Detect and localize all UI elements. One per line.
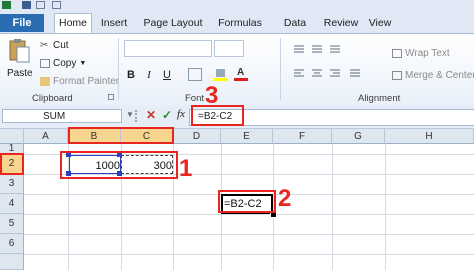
cut-button[interactable]: ✂ Cut <box>40 40 69 51</box>
fill-color-icon[interactable] <box>214 68 228 81</box>
alignment-group-label: Alignment <box>358 93 401 104</box>
italic-button[interactable]: I <box>142 68 156 82</box>
select-all-corner[interactable] <box>0 129 24 144</box>
column-header-f[interactable]: F <box>273 129 332 144</box>
column-header-h[interactable]: H <box>385 129 474 144</box>
redo-icon[interactable] <box>52 1 61 9</box>
merge-center-button[interactable]: Merge & Center <box>392 70 474 81</box>
copy-button[interactable]: Copy ▼ <box>40 58 86 69</box>
alignment-buttons <box>292 42 372 82</box>
row-header-5[interactable]: 5 <box>0 214 24 234</box>
paste-button[interactable] <box>8 38 30 64</box>
merge-icon <box>392 71 402 80</box>
copy-label: Copy <box>53 58 77 69</box>
name-box[interactable]: SUM <box>2 109 122 123</box>
grid-line <box>24 254 474 255</box>
excel-logo-icon <box>2 1 11 9</box>
paintbrush-icon <box>40 77 50 86</box>
cut-label: Cut <box>53 40 69 51</box>
wrap-text-button[interactable]: Wrap Text <box>392 48 450 59</box>
grid-line <box>24 234 474 235</box>
annotation-box-cells <box>60 151 178 179</box>
format-painter-button[interactable]: Format Painter <box>40 76 119 87</box>
font-size-box[interactable] <box>214 40 244 57</box>
scissors-icon: ✂ <box>40 40 49 51</box>
column-header-a[interactable]: A <box>24 129 68 144</box>
font-group-label: Font <box>185 93 205 104</box>
tab-data[interactable]: Data <box>280 14 310 32</box>
font-color-icon[interactable]: A <box>234 68 248 81</box>
cancel-icon[interactable]: ✕ <box>146 108 156 122</box>
paste-icon <box>9 39 30 63</box>
tab-review[interactable]: Review <box>322 14 360 32</box>
annotation-box-columns <box>68 127 174 144</box>
annotation-number-1: 1 <box>179 155 193 182</box>
save-icon[interactable] <box>22 1 31 9</box>
annotation-box-row <box>0 153 24 175</box>
merge-center-label: Merge & Center <box>405 70 474 81</box>
insert-function-icon[interactable]: fx <box>177 108 185 120</box>
row-header-3[interactable]: 3 <box>0 174 24 194</box>
group-separator <box>118 38 119 100</box>
undo-icon[interactable] <box>36 1 45 9</box>
enter-icon[interactable]: ✓ <box>162 108 172 122</box>
annotation-box-e4 <box>218 190 276 213</box>
copy-icon <box>40 59 50 68</box>
grip-icon <box>135 110 139 122</box>
annotation-number-2: 2 <box>278 185 292 212</box>
tab-formulas[interactable]: Formulas <box>215 14 265 32</box>
tab-insert[interactable]: Insert <box>96 14 132 32</box>
underline-button[interactable]: U <box>160 68 174 82</box>
tab-home[interactable]: Home <box>54 13 92 33</box>
grid-line <box>24 214 474 215</box>
grid-line <box>385 144 386 270</box>
name-box-dropdown-icon[interactable]: ▼ <box>126 110 134 119</box>
column-header-e[interactable]: E <box>221 129 273 144</box>
wrap-text-label: Wrap Text <box>405 48 450 59</box>
clipboard-group-label: Clipboard <box>32 93 73 104</box>
column-header-g[interactable]: G <box>332 129 385 144</box>
row-header-7[interactable] <box>0 254 24 270</box>
column-header-d[interactable]: D <box>173 129 221 144</box>
tab-file[interactable]: File <box>0 14 44 32</box>
format-painter-label: Format Painter <box>53 76 120 87</box>
dialog-launcher-icon[interactable] <box>108 94 114 100</box>
tab-view[interactable]: View <box>367 14 393 32</box>
wrap-text-icon <box>392 49 402 58</box>
grid-line <box>332 144 333 270</box>
annotation-number-3: 3 <box>205 82 219 109</box>
borders-icon[interactable] <box>188 68 202 81</box>
font-name-box[interactable] <box>124 40 212 57</box>
bold-button[interactable]: B <box>124 68 138 82</box>
paste-label[interactable]: Paste <box>7 68 33 79</box>
group-separator <box>280 38 281 100</box>
row-header-4[interactable]: 4 <box>0 194 24 214</box>
chevron-down-icon[interactable]: ▼ <box>79 60 86 67</box>
tab-page-layout[interactable]: Page Layout <box>142 14 204 32</box>
row-header-6[interactable]: 6 <box>0 234 24 254</box>
